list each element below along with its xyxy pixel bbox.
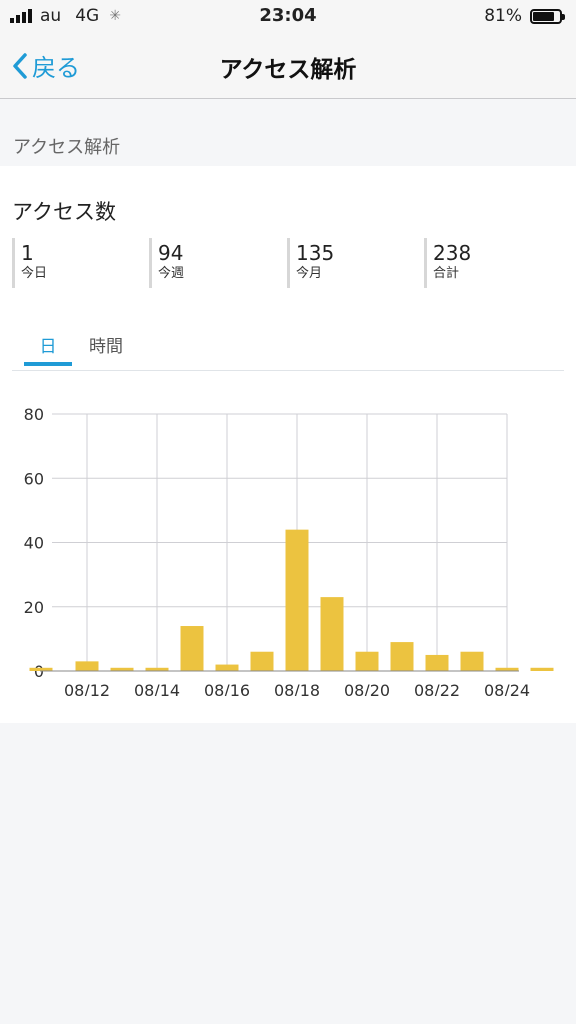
status-bar: au 4G ✳ 23:04 81% <box>0 0 576 34</box>
y-tick-label: 40 <box>24 534 44 553</box>
tab-hour[interactable]: 時間 <box>76 332 136 357</box>
stat-value: 94 <box>158 241 184 265</box>
x-tick-label: 08/14 <box>134 681 180 696</box>
chart-bar <box>425 654 449 671</box>
chart-bar <box>530 667 554 671</box>
chart-bar <box>250 651 274 671</box>
stats-row: 1 今日 94 今週 135 今月 238 合計 <box>12 238 564 288</box>
chart-bar <box>180 626 204 671</box>
chart-bar <box>460 651 484 671</box>
period-tabs: 日 時間 <box>12 326 564 371</box>
stat-label: 今日 <box>21 266 48 281</box>
x-tick-label: 08/20 <box>344 681 390 696</box>
x-tick-label: 08/12 <box>64 681 110 696</box>
stat-label: 合計 <box>433 266 460 281</box>
card-title: アクセス数 <box>12 200 116 224</box>
chart-bar <box>320 597 344 671</box>
active-tab-indicator <box>24 362 72 366</box>
stat-value: 135 <box>296 241 335 265</box>
x-tick-label: 08/24 <box>484 681 530 696</box>
nav-bar: 戻る アクセス解析 <box>0 34 576 99</box>
battery-icon <box>530 8 565 24</box>
battery-percent: 81% <box>484 6 522 26</box>
stat-today: 1 今日 <box>12 238 149 288</box>
chart-bar <box>215 664 239 671</box>
chart-bar <box>355 651 379 671</box>
status-right: 81% <box>484 6 565 26</box>
y-tick-label: 80 <box>24 405 44 424</box>
stat-value: 1 <box>21 241 34 265</box>
stat-label: 今月 <box>296 266 323 281</box>
stat-month: 135 今月 <box>287 238 424 288</box>
x-tick-label: 08/22 <box>414 681 460 696</box>
stat-week: 94 今週 <box>149 238 286 288</box>
section-label: アクセス解析 <box>13 137 121 158</box>
battery-fill <box>533 11 555 21</box>
access-bar-chart: 02040608008/12 08/14 08/16 08/18 08/20 08/22 0… <box>24 405 554 696</box>
empty-area <box>0 723 576 1024</box>
x-tick-label: 08/18 <box>274 681 320 696</box>
chart-bar <box>390 642 414 671</box>
stat-label: 今週 <box>158 266 185 281</box>
chart-bar <box>285 529 309 671</box>
chart-bar <box>75 661 99 671</box>
access-card: アクセス数 1 今日 94 今週 135 今月 238 合計 日 時間 0 20 4… <box>0 166 576 723</box>
stat-value: 238 <box>433 241 472 265</box>
tab-day[interactable]: 日 <box>24 332 72 357</box>
y-tick-label: 20 <box>24 598 44 617</box>
stat-total: 238 合計 <box>424 238 561 288</box>
x-tick-label: 08/16 <box>204 681 250 696</box>
page-title: アクセス解析 <box>219 57 357 83</box>
y-tick-label: 60 <box>24 469 44 488</box>
